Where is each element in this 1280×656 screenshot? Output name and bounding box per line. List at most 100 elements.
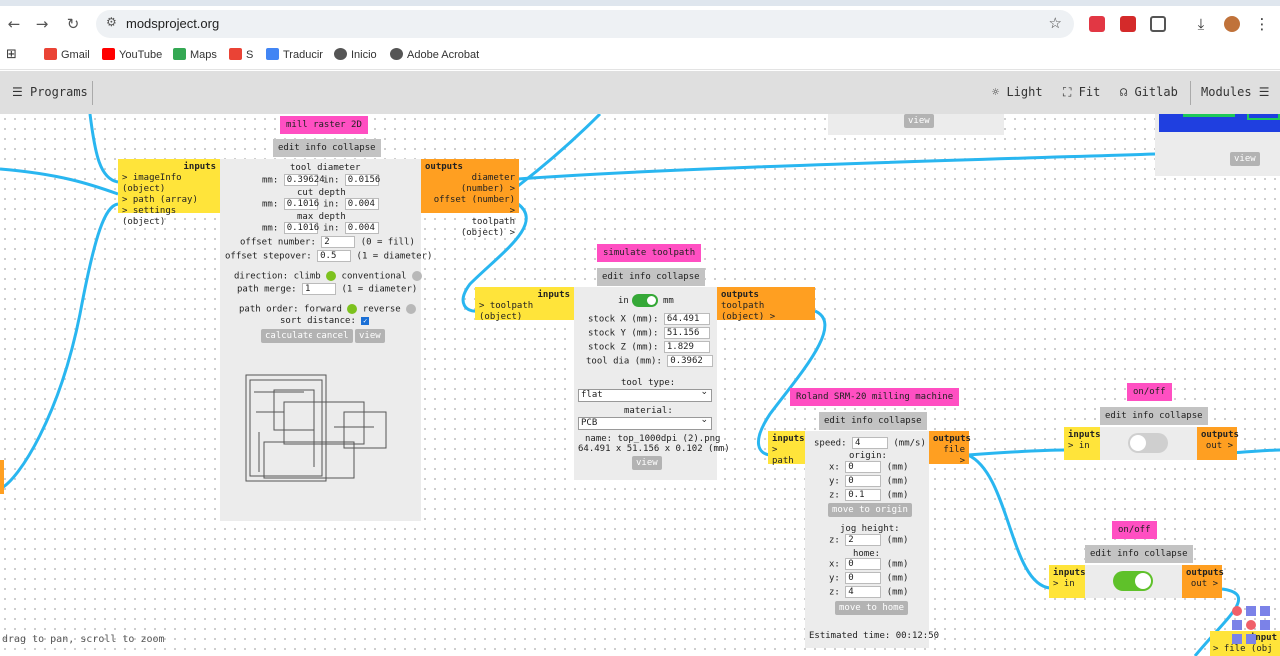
- units-toggle[interactable]: [632, 294, 658, 307]
- home-y-input[interactable]: 0: [845, 572, 882, 584]
- bookmark-star-icon[interactable]: ☆: [1049, 14, 1062, 32]
- origin-x-input[interactable]: 0: [845, 461, 882, 473]
- tool-diameter-in-input[interactable]: 0.0156: [344, 174, 380, 186]
- mods-canvas[interactable]: view view mill raster 2D edit info colla…: [0, 114, 1280, 656]
- output-port[interactable]: toolpath (object) >: [425, 217, 515, 239]
- fit-button[interactable]: ⛶ Fit: [1063, 85, 1100, 100]
- calculate-button[interactable]: calculate: [261, 329, 318, 343]
- input-port[interactable]: > in: [1053, 579, 1081, 590]
- sort-distance-row: sort distance: ✓: [280, 316, 370, 326]
- max-depth-in-input[interactable]: 0.004: [344, 222, 379, 234]
- edit-info-collapse[interactable]: edit info collapse: [1100, 407, 1208, 425]
- input-port[interactable]: > path (array): [122, 195, 216, 206]
- home-z-input[interactable]: 4: [845, 586, 882, 598]
- bookmark-traducir[interactable]: Traducir: [266, 48, 323, 61]
- output-port[interactable]: out >: [1186, 579, 1218, 590]
- forward-icon[interactable]: →: [32, 14, 52, 34]
- conventional-radio[interactable]: [412, 271, 422, 281]
- profile-avatar[interactable]: [1224, 16, 1240, 32]
- jog-z-input[interactable]: 2: [845, 534, 882, 546]
- light-button[interactable]: ☼ Light: [992, 85, 1043, 99]
- tool-type-select[interactable]: flat: [578, 387, 712, 402]
- output-port[interactable]: diameter (number) >: [425, 173, 515, 195]
- inputs-panel: inputs > toolpath (object): [475, 287, 574, 323]
- module-title-onoff[interactable]: on/off: [1127, 383, 1172, 401]
- stock-z-input[interactable]: 1.829: [663, 341, 710, 353]
- view-button[interactable]: view: [632, 456, 662, 470]
- wire: [517, 152, 1156, 181]
- wire: [967, 453, 1051, 590]
- apps-grid-icon[interactable]: ⊞: [6, 47, 17, 62]
- cancel-button[interactable]: cancel: [312, 329, 353, 343]
- output-port[interactable]: offset (number) >: [425, 195, 515, 217]
- reverse-radio[interactable]: [406, 304, 417, 314]
- translate-icon: [266, 48, 279, 60]
- bookmark-s[interactable]: S: [229, 48, 253, 61]
- onoff-toggle[interactable]: [1113, 571, 1153, 591]
- extension-icon-1[interactable]: [1089, 16, 1105, 32]
- module-title-roland[interactable]: Roland SRM-20 milling machine: [790, 388, 960, 406]
- input-port[interactable]: > imageInfo (object): [122, 173, 216, 195]
- offset-number-input[interactable]: 2: [321, 236, 356, 248]
- omnibox[interactable]: ⚙ modsproject.org ☆: [96, 10, 1074, 38]
- input-port[interactable]: > in: [1068, 441, 1096, 452]
- origin-z-row: z: 0.1 (mm): [829, 489, 908, 501]
- edit-info-collapse[interactable]: edit info collapse: [819, 412, 927, 430]
- extension-icon-2[interactable]: [1120, 16, 1136, 32]
- module-title-mill[interactable]: mill raster 2D: [280, 116, 368, 134]
- input-port[interactable]: > settings (object): [122, 206, 216, 228]
- edit-info-collapse[interactable]: edit info collapse: [273, 139, 381, 157]
- url-text[interactable]: modsproject.org: [126, 16, 219, 31]
- output-port[interactable]: out >: [1201, 441, 1233, 452]
- browser-menu-icon[interactable]: ⋮: [1252, 14, 1272, 34]
- reload-icon[interactable]: ↻: [63, 14, 83, 34]
- input-port[interactable]: > path: [772, 445, 801, 467]
- module-title-onoff[interactable]: on/off: [1112, 521, 1157, 539]
- stock-x-input[interactable]: 64.491: [663, 313, 710, 325]
- bookmark-maps[interactable]: Maps: [173, 48, 217, 61]
- output-port[interactable]: file >: [933, 445, 965, 467]
- climb-radio[interactable]: [326, 271, 337, 281]
- back-icon[interactable]: ←: [4, 14, 24, 34]
- cut-depth-in-input[interactable]: 0.004: [344, 198, 379, 210]
- home-x-input[interactable]: 0: [845, 558, 882, 570]
- speed-input[interactable]: 4: [851, 437, 888, 449]
- forward-radio[interactable]: [347, 304, 358, 314]
- offset-number-row: offset number: 2 (0 = fill): [240, 236, 415, 248]
- modules-button[interactable]: Modules ☰: [1201, 85, 1270, 99]
- path-merge-input[interactable]: 1: [302, 283, 337, 295]
- origin-z-input[interactable]: 0.1: [845, 489, 882, 501]
- max-depth-mm-input[interactable]: 0.1016: [283, 222, 319, 234]
- module-title-simulate[interactable]: simulate toolpath: [597, 244, 702, 262]
- onoff-toggle[interactable]: [1128, 433, 1168, 453]
- tool-diameter-mm-input[interactable]: 0.39624: [283, 174, 325, 186]
- move-to-home-button[interactable]: move to home: [835, 601, 909, 615]
- view-button[interactable]: view: [1230, 152, 1260, 166]
- bookmark-inicio[interactable]: Inicio: [334, 48, 377, 61]
- tool-dia-input[interactable]: 0.3962: [667, 355, 714, 367]
- download-icon[interactable]: ⤓: [1191, 14, 1211, 34]
- gitlab-button[interactable]: ☊ Gitlab: [1120, 85, 1178, 99]
- view-button[interactable]: view: [904, 114, 934, 128]
- material-select[interactable]: PCB: [578, 415, 712, 430]
- sort-distance-checkbox[interactable]: ✓: [361, 316, 370, 325]
- bookmark-adobe-acrobat[interactable]: Adobe Acrobat: [390, 48, 479, 61]
- label: tool diameter: [290, 163, 361, 173]
- stock-y-input[interactable]: 51.156: [663, 327, 710, 339]
- view-button[interactable]: view: [355, 329, 385, 343]
- bookmark-gmail[interactable]: Gmail: [44, 48, 90, 61]
- label: reverse: [362, 304, 401, 315]
- edit-info-collapse[interactable]: edit info collapse: [597, 268, 705, 286]
- extensions-puzzle-icon[interactable]: [1150, 16, 1166, 32]
- edit-info-collapse[interactable]: edit info collapse: [1085, 545, 1193, 563]
- offset-stepover-input[interactable]: 0.5: [317, 250, 352, 262]
- site-info-icon[interactable]: ⚙: [106, 15, 117, 29]
- bookmark-youtube[interactable]: YouTube: [102, 48, 162, 61]
- cut-depth-mm-input[interactable]: 0.1016: [283, 198, 319, 210]
- input-port[interactable]: > toolpath (object): [479, 301, 570, 323]
- simulate-body: in mm stock X (mm): 64.491 stock Y (mm):…: [574, 287, 730, 480]
- output-port[interactable]: toolpath (object) >: [721, 301, 811, 323]
- move-to-origin-button[interactable]: move to origin: [828, 503, 912, 517]
- programs-menu[interactable]: ☰ Programs: [12, 85, 88, 99]
- origin-y-input[interactable]: 0: [845, 475, 882, 487]
